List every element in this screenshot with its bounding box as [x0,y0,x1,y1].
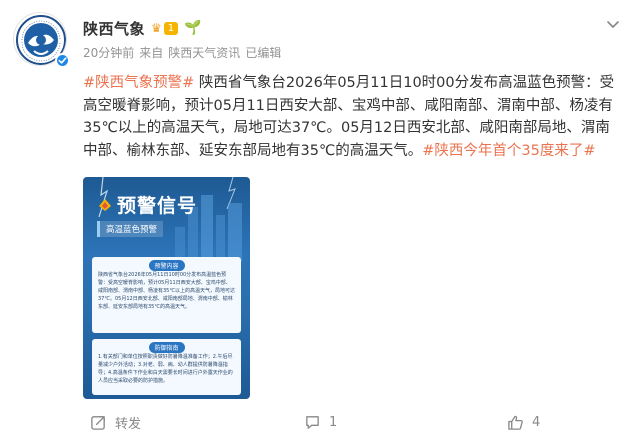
image-title-row: 预警信号 [97,191,197,218]
verified-icon [55,53,70,68]
post-source[interactable]: 陕西天气资讯 [168,44,240,61]
comment-icon [306,415,319,429]
thumbs-up-icon [508,415,523,430]
vip-badge[interactable]: ♛ 1 [151,20,179,36]
box-text: 1.有关部门和单位按照职责做好防暑降温准备工作；2.午后尽量减少户外活动；3.对… [98,354,233,384]
topic-link[interactable]: #陕西气象预警# [83,75,194,91]
author-name[interactable]: 陕西气象 [83,18,145,39]
topic-link[interactable]: #陕西今年首个35度来了# [422,143,595,159]
more-options-button[interactable] [603,14,623,34]
skyline-graphic [98,177,242,262]
post-time[interactable]: 20分钟前 [83,44,134,61]
repost-button[interactable]: 转发 [90,408,141,436]
share-icon [91,415,105,430]
weibo-post-card: 陕西气象 ♛ 1 🌱 20分钟前 来自 陕西天气资讯 已编辑 #陕西气象预警# … [0,0,635,441]
like-count: 4 [532,414,541,430]
box-text: 陕西省气象台2026年05月11日10时00分发布高温蓝色预警：受高空暖脊影响，… [98,272,235,310]
defense-guide-box: 防御指南 1.有关部门和单位按照职责做好防暑降温准备工作；2.午后尽量减少户外活… [92,339,241,395]
post-image[interactable]: 预警信号 高温蓝色预警 预警内容 陕西省气象台2026年05月11日10时00分… [83,177,250,399]
comment-count: 1 [329,414,338,430]
post-text: #陕西气象预警# 陕西省气象台2026年05月11日10时00分发布高温蓝色预警… [83,72,620,162]
image-subtitle: 高温蓝色预警 [97,221,164,237]
edited-label[interactable]: 已编辑 [245,44,281,61]
comment-button[interactable]: 1 [304,408,337,436]
chevron-down-icon [607,21,619,28]
sprout-icon[interactable]: 🌱 [184,20,201,36]
box-heading: 防御指南 [148,342,185,353]
repost-label: 转发 [115,416,142,432]
action-bar: 转发 1 4 [0,408,635,436]
image-title: 预警信号 [117,195,198,217]
like-button[interactable]: 4 [507,408,540,436]
post-meta: 20分钟前 来自 陕西天气资讯 已编辑 [83,44,281,61]
warning-logo-icon [99,198,111,211]
source-prefix: 来自 [139,46,164,60]
warning-content-box: 预警内容 陕西省气象台2026年05月11日10时00分发布高温蓝色预警：受高空… [92,257,241,333]
vip-level: 1 [163,21,179,35]
box-heading: 预警内容 [148,260,185,271]
crown-icon: ♛ [151,20,162,35]
author-row: 陕西气象 ♛ 1 🌱 [83,17,202,39]
